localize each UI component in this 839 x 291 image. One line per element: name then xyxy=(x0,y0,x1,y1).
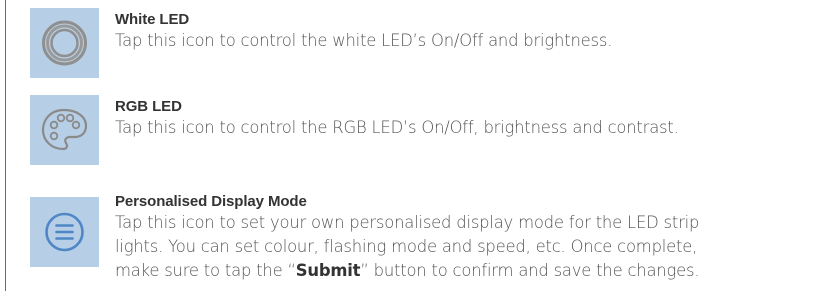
white-led-description: Tap this icon to control the white LED’s… xyxy=(115,31,613,50)
personalised-mode-icon-tile[interactable] xyxy=(30,197,99,267)
description-line-3-end: ” button to confirm and save the changes… xyxy=(360,261,700,280)
rgb-led-icon-tile[interactable] xyxy=(30,95,99,165)
ring-icon xyxy=(42,20,87,66)
description-line-1: Tap this icon to set your own personalis… xyxy=(115,213,700,232)
rgb-led-text: RGB LED Tap this icon to control the RGB… xyxy=(115,95,835,140)
description-line-3-start: make sure to tap the “ xyxy=(115,261,296,280)
white-led-icon-tile[interactable] xyxy=(30,8,99,78)
white-led-title: White LED xyxy=(115,11,190,28)
menu-circle-icon xyxy=(45,212,84,252)
description-line-2: lights. You can set colour, flashing mod… xyxy=(115,237,698,256)
palette-icon xyxy=(41,108,88,151)
submit-keyword: Submit xyxy=(295,261,361,280)
left-margin-rule xyxy=(5,0,6,291)
personalised-mode-description: Tap this icon to set your own personalis… xyxy=(115,211,835,283)
white-led-text: White LED Tap this icon to control the w… xyxy=(115,8,835,53)
personalised-mode-text: Personalised Display Mode Tap this icon … xyxy=(115,190,835,283)
rgb-led-description: Tap this icon to control the RGB LED’s O… xyxy=(115,118,679,137)
rgb-led-title: RGB LED xyxy=(115,98,182,115)
personalised-mode-title: Personalised Display Mode xyxy=(115,193,307,210)
